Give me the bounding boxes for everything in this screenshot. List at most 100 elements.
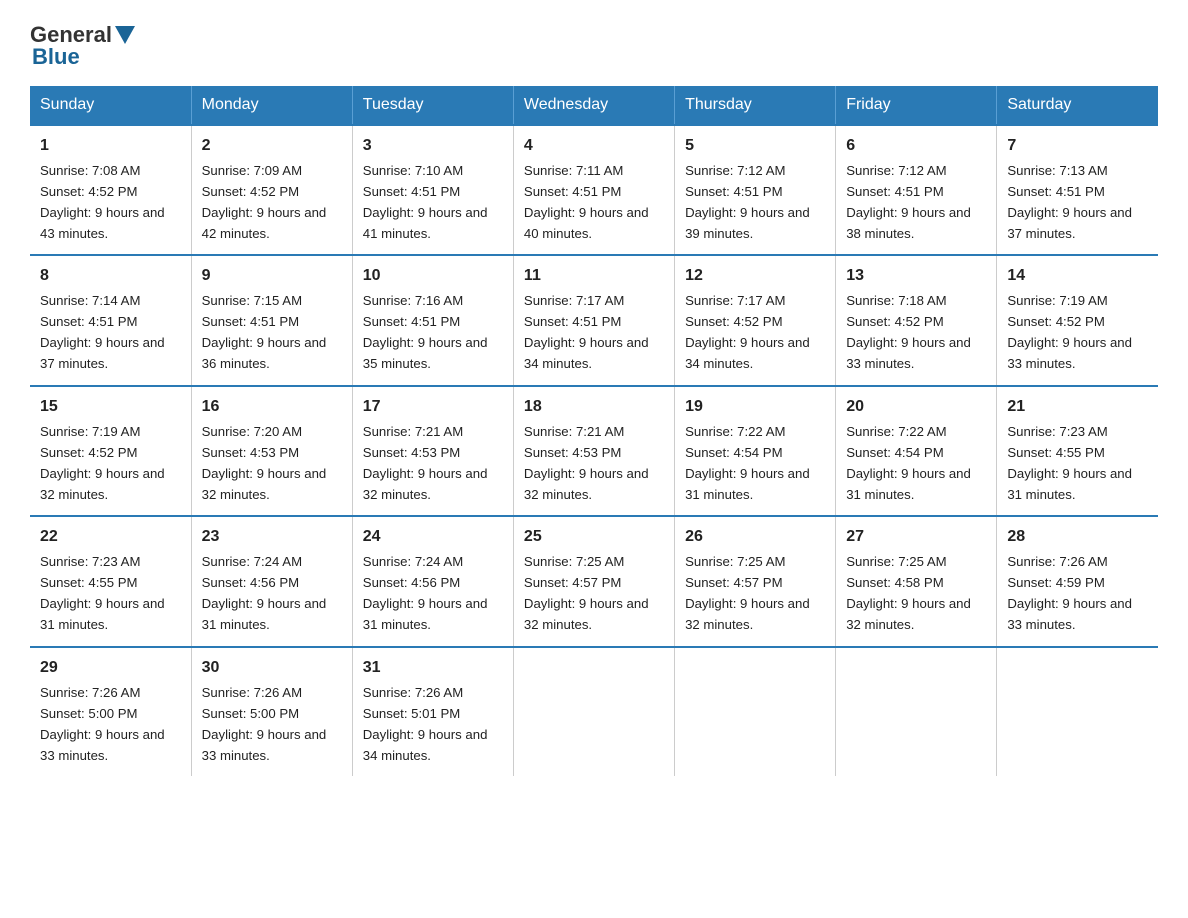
day-cell: 16Sunrise: 7:20 AMSunset: 4:53 PMDayligh… bbox=[191, 386, 352, 516]
day-number: 2 bbox=[202, 134, 342, 159]
week-row-1: 1 Sunrise: 7:08 AMSunset: 4:52 PMDaylight… bbox=[30, 125, 1158, 255]
day-cell bbox=[675, 647, 836, 776]
day-info: Sunrise: 7:16 AMSunset: 4:51 PMDaylight:… bbox=[363, 293, 488, 371]
day-info: Sunrise: 7:24 AMSunset: 4:56 PMDaylight:… bbox=[363, 554, 488, 632]
day-cell: 31 Sunrise: 7:26 AMSunset: 5:01 PMDayligh… bbox=[352, 647, 513, 776]
day-cell: 9 Sunrise: 7:15 AMSunset: 4:51 PMDaylight… bbox=[191, 255, 352, 385]
day-info: Sunrise: 7:14 AMSunset: 4:51 PMDaylight:… bbox=[40, 293, 165, 371]
day-cell: 28 Sunrise: 7:26 AMSunset: 4:59 PMDayligh… bbox=[997, 516, 1158, 646]
day-info: Sunrise: 7:15 AMSunset: 4:51 PMDaylight:… bbox=[202, 293, 327, 371]
header-sunday: Sunday bbox=[30, 86, 191, 125]
day-number: 9 bbox=[202, 264, 342, 289]
day-cell: 23 Sunrise: 7:24 AMSunset: 4:56 PMDayligh… bbox=[191, 516, 352, 646]
week-row-5: 29 Sunrise: 7:26 AMSunset: 5:00 PMDayligh… bbox=[30, 647, 1158, 776]
day-cell: 27 Sunrise: 7:25 AMSunset: 4:58 PMDayligh… bbox=[836, 516, 997, 646]
week-row-2: 8 Sunrise: 7:14 AMSunset: 4:51 PMDaylight… bbox=[30, 255, 1158, 385]
day-info: Sunrise: 7:26 AMSunset: 5:00 PMDaylight:… bbox=[40, 685, 165, 763]
day-number: 28 bbox=[1007, 525, 1148, 550]
day-number: 6 bbox=[846, 134, 986, 159]
day-cell: 17 Sunrise: 7:21 AMSunset: 4:53 PMDayligh… bbox=[352, 386, 513, 516]
day-cell: 22 Sunrise: 7:23 AMSunset: 4:55 PMDayligh… bbox=[30, 516, 191, 646]
calendar-table: SundayMondayTuesdayWednesdayThursdayFrid… bbox=[30, 86, 1158, 776]
day-number: 31 bbox=[363, 656, 503, 681]
day-number: 30 bbox=[202, 656, 342, 681]
day-info: Sunrise: 7:21 AMSunset: 4:53 PMDaylight:… bbox=[363, 424, 488, 502]
day-cell: 21Sunrise: 7:23 AMSunset: 4:55 PMDayligh… bbox=[997, 386, 1158, 516]
logo-arrow-icon bbox=[115, 26, 135, 44]
day-number: 5 bbox=[685, 134, 825, 159]
calendar-header-row: SundayMondayTuesdayWednesdayThursdayFrid… bbox=[30, 86, 1158, 125]
day-number: 29 bbox=[40, 656, 181, 681]
day-number: 18 bbox=[524, 395, 664, 420]
day-cell bbox=[836, 647, 997, 776]
day-info: Sunrise: 7:17 AMSunset: 4:51 PMDaylight:… bbox=[524, 293, 649, 371]
header-tuesday: Tuesday bbox=[352, 86, 513, 125]
day-info: Sunrise: 7:23 AMSunset: 4:55 PMDaylight:… bbox=[40, 554, 165, 632]
day-number: 22 bbox=[40, 525, 181, 550]
day-cell bbox=[997, 647, 1158, 776]
day-number: 8 bbox=[40, 264, 181, 289]
day-info: Sunrise: 7:24 AMSunset: 4:56 PMDaylight:… bbox=[202, 554, 327, 632]
header-saturday: Saturday bbox=[997, 86, 1158, 125]
day-cell: 24 Sunrise: 7:24 AMSunset: 4:56 PMDayligh… bbox=[352, 516, 513, 646]
day-number: 3 bbox=[363, 134, 503, 159]
header-thursday: Thursday bbox=[675, 86, 836, 125]
day-number: 10 bbox=[363, 264, 503, 289]
day-info: Sunrise: 7:17 AMSunset: 4:52 PMDaylight:… bbox=[685, 293, 810, 371]
day-info: Sunrise: 7:25 AMSunset: 4:57 PMDaylight:… bbox=[524, 554, 649, 632]
day-number: 27 bbox=[846, 525, 986, 550]
day-info: Sunrise: 7:08 AMSunset: 4:52 PMDaylight:… bbox=[40, 163, 165, 241]
day-info: Sunrise: 7:22 AMSunset: 4:54 PMDaylight:… bbox=[846, 424, 971, 502]
day-cell: 2 Sunrise: 7:09 AMSunset: 4:52 PMDaylight… bbox=[191, 125, 352, 255]
day-number: 24 bbox=[363, 525, 503, 550]
logo-general-text: General bbox=[30, 24, 112, 46]
day-info: Sunrise: 7:13 AMSunset: 4:51 PMDaylight:… bbox=[1007, 163, 1132, 241]
day-info: Sunrise: 7:10 AMSunset: 4:51 PMDaylight:… bbox=[363, 163, 488, 241]
day-number: 17 bbox=[363, 395, 503, 420]
day-cell: 6 Sunrise: 7:12 AMSunset: 4:51 PMDaylight… bbox=[836, 125, 997, 255]
day-info: Sunrise: 7:11 AMSunset: 4:51 PMDaylight:… bbox=[524, 163, 649, 241]
day-info: Sunrise: 7:12 AMSunset: 4:51 PMDaylight:… bbox=[846, 163, 971, 241]
day-cell: 18 Sunrise: 7:21 AMSunset: 4:53 PMDayligh… bbox=[513, 386, 674, 516]
day-number: 20 bbox=[846, 395, 986, 420]
day-cell: 29 Sunrise: 7:26 AMSunset: 5:00 PMDayligh… bbox=[30, 647, 191, 776]
day-cell: 3 Sunrise: 7:10 AMSunset: 4:51 PMDaylight… bbox=[352, 125, 513, 255]
day-cell: 30 Sunrise: 7:26 AMSunset: 5:00 PMDayligh… bbox=[191, 647, 352, 776]
day-cell: 13Sunrise: 7:18 AMSunset: 4:52 PMDayligh… bbox=[836, 255, 997, 385]
day-cell: 5Sunrise: 7:12 AMSunset: 4:51 PMDaylight… bbox=[675, 125, 836, 255]
day-number: 26 bbox=[685, 525, 825, 550]
day-cell: 4 Sunrise: 7:11 AMSunset: 4:51 PMDaylight… bbox=[513, 125, 674, 255]
day-cell: 25Sunrise: 7:25 AMSunset: 4:57 PMDayligh… bbox=[513, 516, 674, 646]
day-info: Sunrise: 7:09 AMSunset: 4:52 PMDaylight:… bbox=[202, 163, 327, 241]
day-cell: 15Sunrise: 7:19 AMSunset: 4:52 PMDayligh… bbox=[30, 386, 191, 516]
day-number: 14 bbox=[1007, 264, 1148, 289]
day-info: Sunrise: 7:25 AMSunset: 4:58 PMDaylight:… bbox=[846, 554, 971, 632]
logo: General Blue bbox=[30, 24, 137, 70]
day-cell: 12 Sunrise: 7:17 AMSunset: 4:52 PMDayligh… bbox=[675, 255, 836, 385]
header-wednesday: Wednesday bbox=[513, 86, 674, 125]
day-number: 4 bbox=[524, 134, 664, 159]
day-cell: 1 Sunrise: 7:08 AMSunset: 4:52 PMDaylight… bbox=[30, 125, 191, 255]
day-cell: 10 Sunrise: 7:16 AMSunset: 4:51 PMDayligh… bbox=[352, 255, 513, 385]
day-cell: 14 Sunrise: 7:19 AMSunset: 4:52 PMDayligh… bbox=[997, 255, 1158, 385]
week-row-3: 15Sunrise: 7:19 AMSunset: 4:52 PMDayligh… bbox=[30, 386, 1158, 516]
week-row-4: 22 Sunrise: 7:23 AMSunset: 4:55 PMDayligh… bbox=[30, 516, 1158, 646]
day-cell: 19Sunrise: 7:22 AMSunset: 4:54 PMDayligh… bbox=[675, 386, 836, 516]
day-cell: 7 Sunrise: 7:13 AMSunset: 4:51 PMDaylight… bbox=[997, 125, 1158, 255]
day-info: Sunrise: 7:26 AMSunset: 5:01 PMDaylight:… bbox=[363, 685, 488, 763]
day-cell: 11Sunrise: 7:17 AMSunset: 4:51 PMDayligh… bbox=[513, 255, 674, 385]
day-info: Sunrise: 7:26 AMSunset: 5:00 PMDaylight:… bbox=[202, 685, 327, 763]
day-cell bbox=[513, 647, 674, 776]
day-info: Sunrise: 7:26 AMSunset: 4:59 PMDaylight:… bbox=[1007, 554, 1132, 632]
day-number: 13 bbox=[846, 264, 986, 289]
day-number: 23 bbox=[202, 525, 342, 550]
day-info: Sunrise: 7:25 AMSunset: 4:57 PMDaylight:… bbox=[685, 554, 810, 632]
day-number: 1 bbox=[40, 134, 181, 159]
day-cell: 8 Sunrise: 7:14 AMSunset: 4:51 PMDaylight… bbox=[30, 255, 191, 385]
day-number: 12 bbox=[685, 264, 825, 289]
day-info: Sunrise: 7:21 AMSunset: 4:53 PMDaylight:… bbox=[524, 424, 649, 502]
day-info: Sunrise: 7:19 AMSunset: 4:52 PMDaylight:… bbox=[1007, 293, 1132, 371]
header-monday: Monday bbox=[191, 86, 352, 125]
logo-blue-text: Blue bbox=[32, 44, 80, 70]
day-number: 7 bbox=[1007, 134, 1148, 159]
